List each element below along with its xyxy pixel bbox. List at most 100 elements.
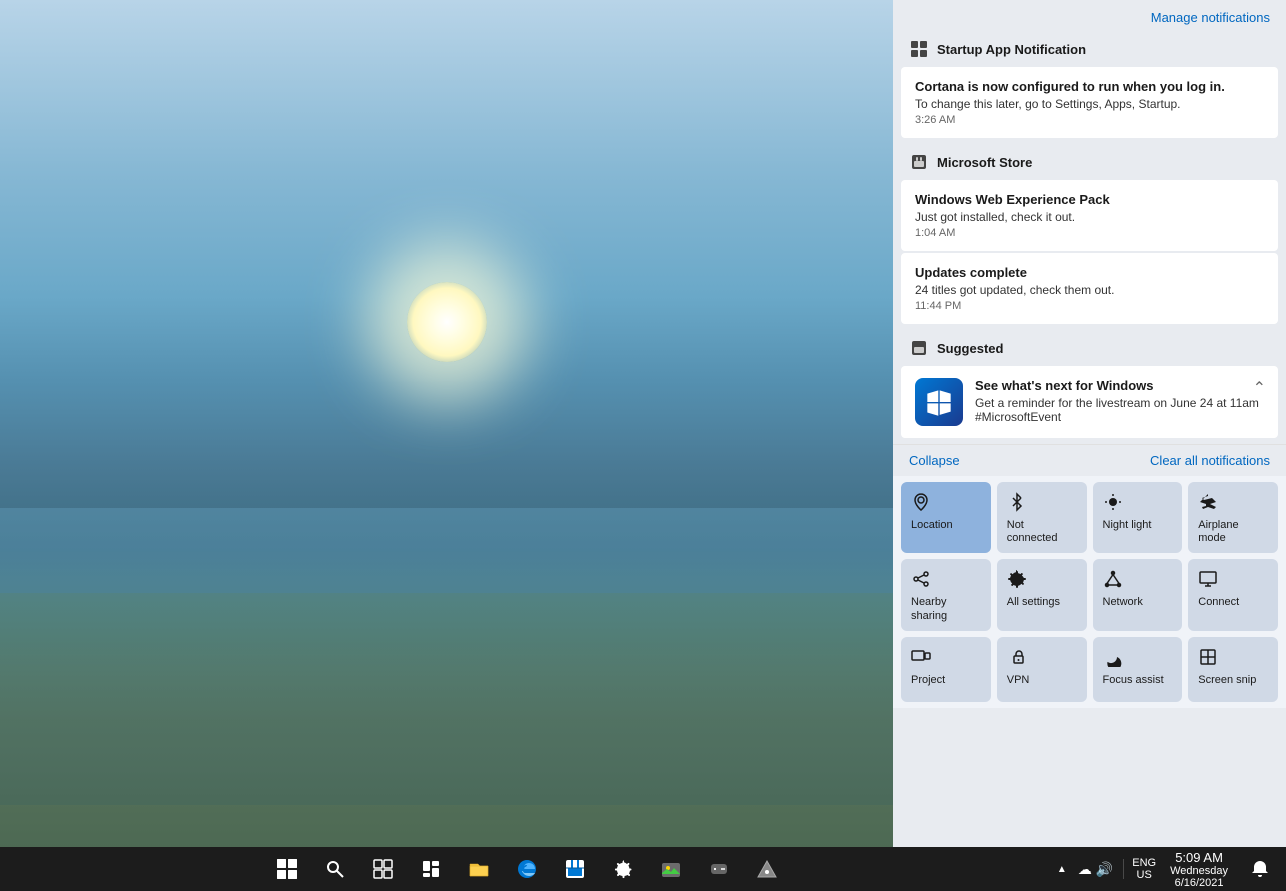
notif-time-cortana: 3:26 AM (915, 114, 1264, 126)
qs-tile-night-light[interactable]: Night light (1093, 482, 1183, 553)
task-view-button[interactable] (361, 847, 405, 891)
airplane-icon (1198, 492, 1218, 515)
system-tray-chevron[interactable]: ▲ (1054, 847, 1070, 891)
clear-all-button[interactable]: Clear all notifications (1150, 453, 1270, 468)
explorer-button[interactable] (457, 847, 501, 891)
collapse-button[interactable]: Collapse (909, 453, 960, 468)
qs-tile-network[interactable]: Network (1093, 559, 1183, 630)
notif-group-header-suggested: Suggested (893, 330, 1286, 364)
clock-date-line1: Wednesday (1170, 865, 1228, 877)
qs-tile-project[interactable]: Project (901, 637, 991, 702)
tray-icons: ☁ 🔊 (1072, 861, 1119, 878)
taskbar-right: ▲ ☁ 🔊 ENG US 5:09 AM Wednesday 6/16/2021 (1054, 847, 1286, 891)
suggested-content: See what's next for Windows Get a remind… (975, 378, 1264, 424)
widgets-button[interactable] (409, 847, 453, 891)
notification-action-bar: Collapse Clear all notifications (893, 444, 1286, 476)
connect-icon (1198, 569, 1218, 592)
qs-tile-connect[interactable]: Connect (1188, 559, 1278, 630)
notif-title-updates: Updates complete (915, 265, 1264, 280)
nearby-sharing-icon (911, 569, 931, 592)
qs-label-nearby-sharing: Nearby sharing (911, 596, 981, 622)
notif-item-updates[interactable]: Updates complete 24 titles got updated, … (901, 253, 1278, 324)
volume-icon[interactable]: 🔊 (1096, 861, 1113, 878)
suggested-icon (909, 338, 929, 358)
gallery-button[interactable] (649, 847, 693, 891)
qs-tile-screen-snip[interactable]: Screen snip (1188, 637, 1278, 702)
notif-group-store: Microsoft Store Windows Web Experience P… (893, 144, 1286, 326)
panel-header: Manage notifications (893, 0, 1286, 31)
desktop-wallpaper (0, 0, 893, 847)
qs-tile-all-settings[interactable]: All settings (997, 559, 1087, 630)
qs-label-project: Project (911, 674, 945, 687)
taskbar-center (0, 847, 1054, 891)
qs-tile-focus-assist[interactable]: Focus assist (1093, 637, 1183, 702)
search-button[interactable] (313, 847, 357, 891)
qs-tile-airplane[interactable]: Airplane mode (1188, 482, 1278, 553)
qs-label-bluetooth: Not connected (1007, 519, 1077, 545)
qs-tile-location[interactable]: Location (901, 482, 991, 553)
taskbar: ▲ ☁ 🔊 ENG US 5:09 AM Wednesday 6/16/2021 (0, 847, 1286, 891)
qs-label-night-light: Night light (1103, 519, 1152, 532)
clock-time: 5:09 AM (1175, 850, 1223, 865)
notif-group-suggested: Suggested See what's next for Windows Ge… (893, 330, 1286, 440)
store-icon (909, 152, 929, 172)
night-light-icon (1103, 492, 1123, 515)
quick-settings-grid: Location Not connected Night light (893, 476, 1286, 708)
qs-label-airplane: Airplane mode (1198, 519, 1268, 545)
all-settings-icon (1007, 569, 1027, 592)
notification-center-button[interactable] (1238, 847, 1282, 891)
apps-icon (909, 39, 929, 59)
notif-group-title-suggested: Suggested (937, 341, 1003, 356)
qs-label-all-settings: All settings (1007, 596, 1060, 609)
store-button[interactable] (553, 847, 597, 891)
notif-item-cortana[interactable]: Cortana is now configured to run when yo… (901, 67, 1278, 138)
qs-label-connect: Connect (1198, 596, 1239, 609)
project-icon (911, 647, 931, 670)
manage-notifications-link[interactable]: Manage notifications (1151, 10, 1270, 25)
water-reflection (0, 508, 893, 804)
notif-title-webexp: Windows Web Experience Pack (915, 192, 1264, 207)
qs-label-focus-assist: Focus assist (1103, 674, 1164, 687)
focus-assist-icon (1103, 647, 1123, 670)
notif-body-webexp: Just got installed, check it out. (915, 210, 1264, 224)
edge-button[interactable] (505, 847, 549, 891)
suggested-body: Get a reminder for the livestream on Jun… (975, 396, 1264, 424)
notif-group-header-store: Microsoft Store (893, 144, 1286, 178)
notif-title-cortana: Cortana is now configured to run when yo… (915, 79, 1264, 94)
qs-label-vpn: VPN (1007, 674, 1030, 687)
screen-snip-icon (1198, 647, 1218, 670)
language-line1: ENG (1132, 857, 1156, 869)
notif-time-updates: 11:44 PM (915, 300, 1264, 312)
bluetooth-icon (1007, 492, 1027, 515)
qs-tile-nearby-sharing[interactable]: Nearby sharing (901, 559, 991, 630)
clock[interactable]: 5:09 AM Wednesday 6/16/2021 (1162, 847, 1236, 891)
clock-date-line2: 6/16/2021 (1175, 877, 1224, 889)
tray-separator (1123, 859, 1124, 879)
start-button[interactable] (265, 847, 309, 891)
notif-item-webexp[interactable]: Windows Web Experience Pack Just got ins… (901, 180, 1278, 251)
notif-group-header-startup: Startup App Notification (893, 31, 1286, 65)
vpn-icon (1007, 647, 1027, 670)
notif-group-title-store: Microsoft Store (937, 155, 1032, 170)
game1-button[interactable] (697, 847, 741, 891)
qs-tile-bluetooth[interactable]: Not connected (997, 482, 1087, 553)
qs-tile-vpn[interactable]: VPN (997, 637, 1087, 702)
language-line2: US (1137, 869, 1152, 881)
suggested-title: See what's next for Windows (975, 378, 1264, 393)
location-icon (911, 492, 931, 515)
cloud-icon[interactable]: ☁ (1078, 861, 1092, 878)
notif-item-suggested[interactable]: See what's next for Windows Get a remind… (901, 366, 1278, 438)
settings-taskbar-button[interactable] (601, 847, 645, 891)
notif-group-startup: Startup App Notification Cortana is now … (893, 31, 1286, 140)
notif-time-webexp: 1:04 AM (915, 227, 1264, 239)
network-icon (1103, 569, 1123, 592)
notification-panel: Manage notifications Startup App Notific… (893, 0, 1286, 847)
game2-button[interactable] (745, 847, 789, 891)
language-indicator[interactable]: ENG US (1128, 857, 1160, 881)
notif-group-title-startup: Startup App Notification (937, 42, 1086, 57)
notif-body-cortana: To change this later, go to Settings, Ap… (915, 97, 1264, 111)
qs-label-screen-snip: Screen snip (1198, 674, 1256, 687)
qs-label-location: Location (911, 519, 953, 532)
chevron-up-icon: ⌃ (1253, 378, 1266, 398)
windows-next-icon (915, 378, 963, 426)
